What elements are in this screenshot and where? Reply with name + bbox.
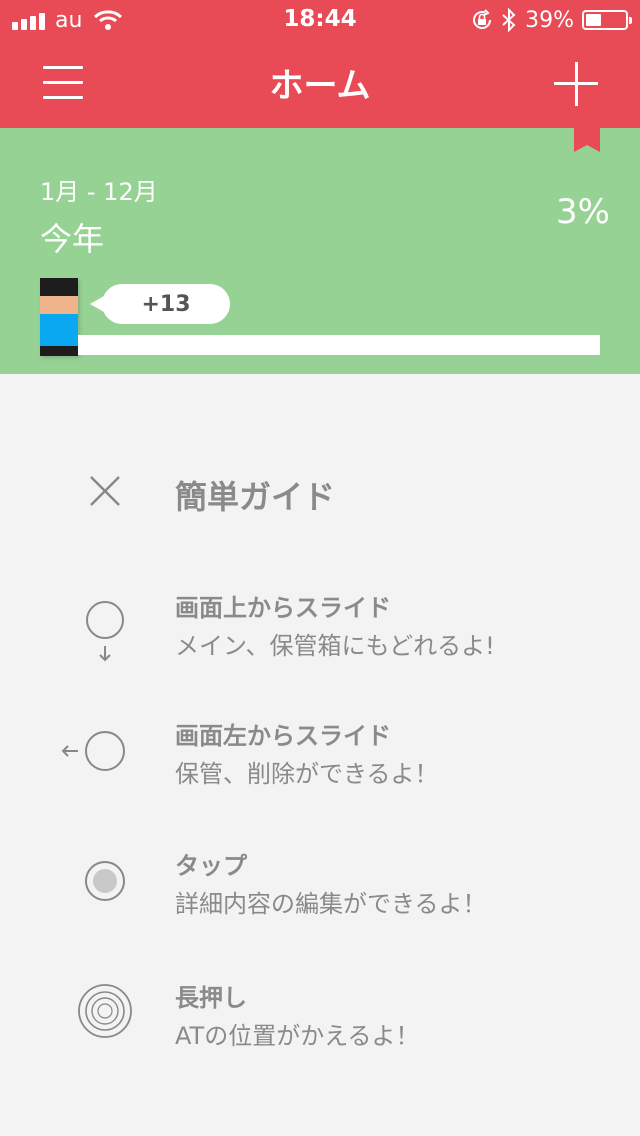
guide-item: タップ 詳細内容の編集ができるよ！ bbox=[0, 846, 640, 956]
guide-description: ATの位置がかえるよ！ bbox=[175, 1022, 420, 1050]
date-range: 1月 - 12月 bbox=[40, 178, 158, 206]
plus-icon[interactable] bbox=[548, 56, 604, 112]
guide-title: 簡単ガイド bbox=[175, 478, 336, 516]
points-bubble: +13 bbox=[90, 284, 230, 324]
tap-circle-icon bbox=[85, 861, 125, 901]
guide-item: 画面左からスライド 保管、削除ができるよ！ bbox=[0, 716, 640, 826]
progress-track bbox=[78, 335, 600, 355]
status-bar: au 18:44 39% bbox=[0, 0, 640, 40]
guide-heading: タップ bbox=[175, 852, 247, 880]
swipe-left-circle-icon bbox=[61, 731, 125, 771]
progress-percent: 3% bbox=[556, 192, 610, 232]
guide-item: 画面上からスライド メイン、保管箱にもどれるよ! bbox=[0, 588, 640, 698]
swipe-down-circle-icon bbox=[86, 601, 124, 662]
orientation-lock-icon bbox=[473, 9, 492, 29]
guide-heading: 画面上からスライド bbox=[175, 594, 391, 622]
status-right: 39% bbox=[471, 6, 632, 34]
bluetooth-icon bbox=[502, 8, 516, 32]
progress-panel[interactable]: 1月 - 12月 今年 3% +13 bbox=[0, 128, 640, 374]
guide-item: 長押し ATの位置がかえるよ！ bbox=[0, 978, 640, 1088]
bookmark-ribbon-icon[interactable] bbox=[574, 128, 600, 152]
guide-description: 詳細内容の編集ができるよ！ bbox=[175, 890, 487, 918]
battery-icon bbox=[582, 10, 632, 30]
guide-heading: 長押し bbox=[175, 984, 247, 1012]
long-press-ripple-icon bbox=[78, 984, 132, 1038]
battery-fill bbox=[586, 14, 601, 26]
guide-description: 保管、削除ができるよ！ bbox=[175, 760, 439, 788]
period-label: 今年 bbox=[40, 220, 105, 258]
guide-description: メイン、保管箱にもどれるよ! bbox=[175, 632, 495, 660]
header: au 18:44 39% ホーム bbox=[0, 0, 640, 128]
close-x-icon[interactable] bbox=[80, 466, 130, 516]
avatar bbox=[40, 278, 78, 356]
page-title: ホーム bbox=[269, 66, 371, 106]
battery-percent: 39% bbox=[525, 7, 574, 33]
guide-heading: 画面左からスライド bbox=[175, 722, 391, 750]
